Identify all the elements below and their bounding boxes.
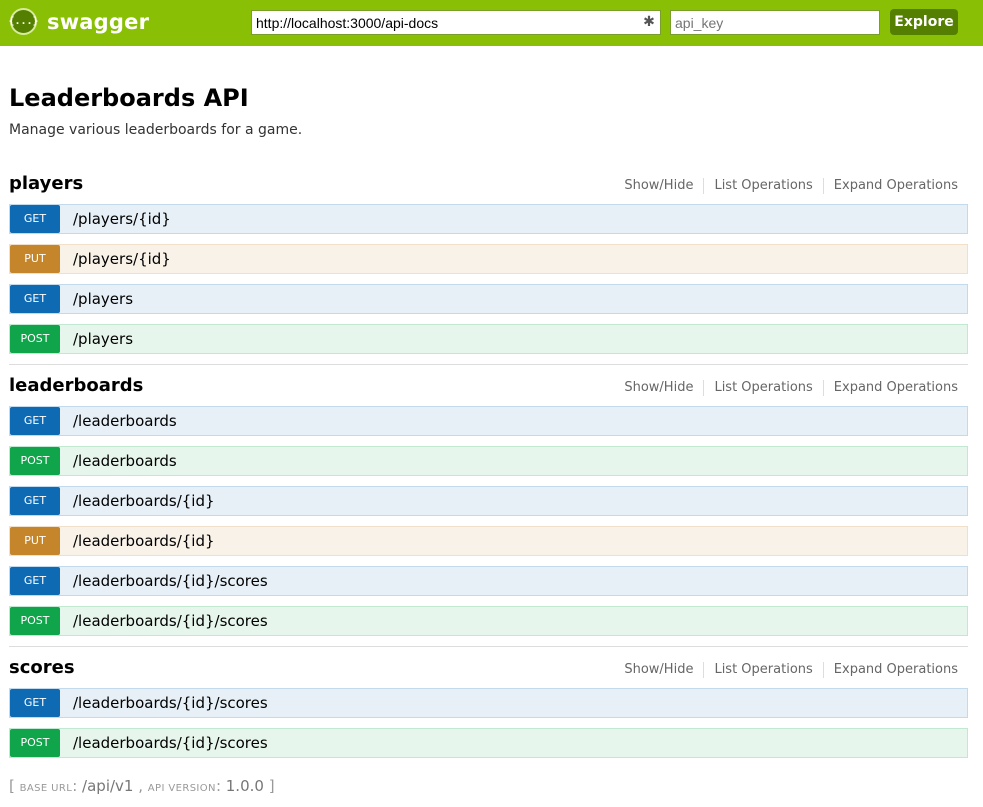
operation-path[interactable]: /players xyxy=(73,285,133,313)
list-operations-link[interactable]: List Operations xyxy=(704,380,824,396)
operation-path[interactable]: /leaderboards xyxy=(73,407,177,435)
resource-scores: scores Show/Hide List Operations Expand … xyxy=(9,654,968,768)
resource-links: Show/Hide List Operations Expand Operati… xyxy=(614,178,958,194)
footer-open-bracket: [ xyxy=(9,777,20,795)
method-badge-post[interactable]: POST xyxy=(10,447,60,475)
operation-row[interactable]: PUT /leaderboards/{id} xyxy=(9,526,968,556)
resource-leaderboards: leaderboards Show/Hide List Operations E… xyxy=(9,372,968,646)
api-url-input[interactable] xyxy=(251,10,661,35)
expand-operations-link[interactable]: Expand Operations xyxy=(824,380,958,396)
show-hide-link[interactable]: Show/Hide xyxy=(614,178,705,194)
method-badge-get[interactable]: GET xyxy=(10,689,60,717)
footer-separator: , xyxy=(133,777,148,795)
resource-name[interactable]: players xyxy=(9,170,83,198)
method-badge-get[interactable]: GET xyxy=(10,205,60,233)
operation-row[interactable]: PUT /players/{id} xyxy=(9,244,968,274)
list-operations-link[interactable]: List Operations xyxy=(704,178,824,194)
resource-header: leaderboards Show/Hide List Operations E… xyxy=(9,372,968,406)
expand-operations-link[interactable]: Expand Operations xyxy=(824,662,958,678)
operation-row[interactable]: POST /leaderboards/{id}/scores xyxy=(9,728,968,758)
api-description: Manage various leaderboards for a game. xyxy=(9,122,303,138)
operation-row[interactable]: POST /leaderboards/{id}/scores xyxy=(9,606,968,636)
base-url-value: /api/v1 xyxy=(82,777,134,795)
method-badge-get[interactable]: GET xyxy=(10,407,60,435)
method-badge-put[interactable]: PUT xyxy=(10,527,60,555)
swagger-logo[interactable]: {...} swagger xyxy=(8,8,150,35)
method-badge-get[interactable]: GET xyxy=(10,285,60,313)
base-url-label: BASE URL xyxy=(19,783,73,794)
operation-path[interactable]: /leaderboards/{id}/scores xyxy=(73,689,268,717)
url-suggest-icon[interactable]: ✱ xyxy=(640,13,658,31)
resource-links: Show/Hide List Operations Expand Operati… xyxy=(614,380,958,396)
method-badge-get[interactable]: GET xyxy=(10,567,60,595)
api-key-input[interactable] xyxy=(670,10,880,35)
resource-divider xyxy=(9,364,968,365)
brand-name: swagger xyxy=(47,9,150,34)
show-hide-link[interactable]: Show/Hide xyxy=(614,380,705,396)
method-badge-post[interactable]: POST xyxy=(10,729,60,757)
operation-path[interactable]: /leaderboards/{id} xyxy=(73,527,215,555)
method-badge-put[interactable]: PUT xyxy=(10,245,60,273)
operation-path[interactable]: /leaderboards/{id} xyxy=(73,487,215,515)
top-bar: {...} swagger ✱ Explore xyxy=(0,0,983,46)
api-version-label: API VERSION xyxy=(147,783,216,794)
show-hide-link[interactable]: Show/Hide xyxy=(614,662,705,678)
operation-row[interactable]: POST /players xyxy=(9,324,968,354)
operation-path[interactable]: /leaderboards/{id}/scores xyxy=(73,567,268,595)
operation-path[interactable]: /leaderboards/{id}/scores xyxy=(73,607,268,635)
resource-header: players Show/Hide List Operations Expand… xyxy=(9,170,968,204)
resource-divider xyxy=(9,646,968,647)
method-badge-post[interactable]: POST xyxy=(10,325,60,353)
operation-path[interactable]: /players/{id} xyxy=(73,205,171,233)
list-operations-link[interactable]: List Operations xyxy=(704,662,824,678)
operation-row[interactable]: GET /players/{id} xyxy=(9,204,968,234)
operation-path[interactable]: /leaderboards/{id}/scores xyxy=(73,729,268,757)
operation-path[interactable]: /players/{id} xyxy=(73,245,171,273)
expand-operations-link[interactable]: Expand Operations xyxy=(824,178,958,194)
api-footer: [ BASE URL: /api/v1 , API VERSION: 1.0.0… xyxy=(9,777,275,795)
operation-path[interactable]: /leaderboards xyxy=(73,447,177,475)
resource-players: players Show/Hide List Operations Expand… xyxy=(9,170,968,364)
operation-row[interactable]: GET /players xyxy=(9,284,968,314)
resource-links: Show/Hide List Operations Expand Operati… xyxy=(614,662,958,678)
page-title: Leaderboards API xyxy=(9,84,249,112)
operation-row[interactable]: GET /leaderboards/{id}/scores xyxy=(9,688,968,718)
footer-close-bracket: ] xyxy=(263,777,275,795)
swagger-logo-icon: {...} xyxy=(8,8,39,35)
operation-row[interactable]: GET /leaderboards/{id}/scores xyxy=(9,566,968,596)
operation-path[interactable]: /players xyxy=(73,325,133,353)
operation-row[interactable]: POST /leaderboards xyxy=(9,446,968,476)
method-badge-get[interactable]: GET xyxy=(10,487,60,515)
method-badge-post[interactable]: POST xyxy=(10,607,60,635)
operation-row[interactable]: GET /leaderboards/{id} xyxy=(9,486,968,516)
operation-row[interactable]: GET /leaderboards xyxy=(9,406,968,436)
resource-header: scores Show/Hide List Operations Expand … xyxy=(9,654,968,688)
resource-name[interactable]: leaderboards xyxy=(9,372,143,400)
resource-name[interactable]: scores xyxy=(9,654,75,682)
explore-button[interactable]: Explore xyxy=(890,9,958,35)
api-version-value: 1.0.0 xyxy=(225,777,264,795)
